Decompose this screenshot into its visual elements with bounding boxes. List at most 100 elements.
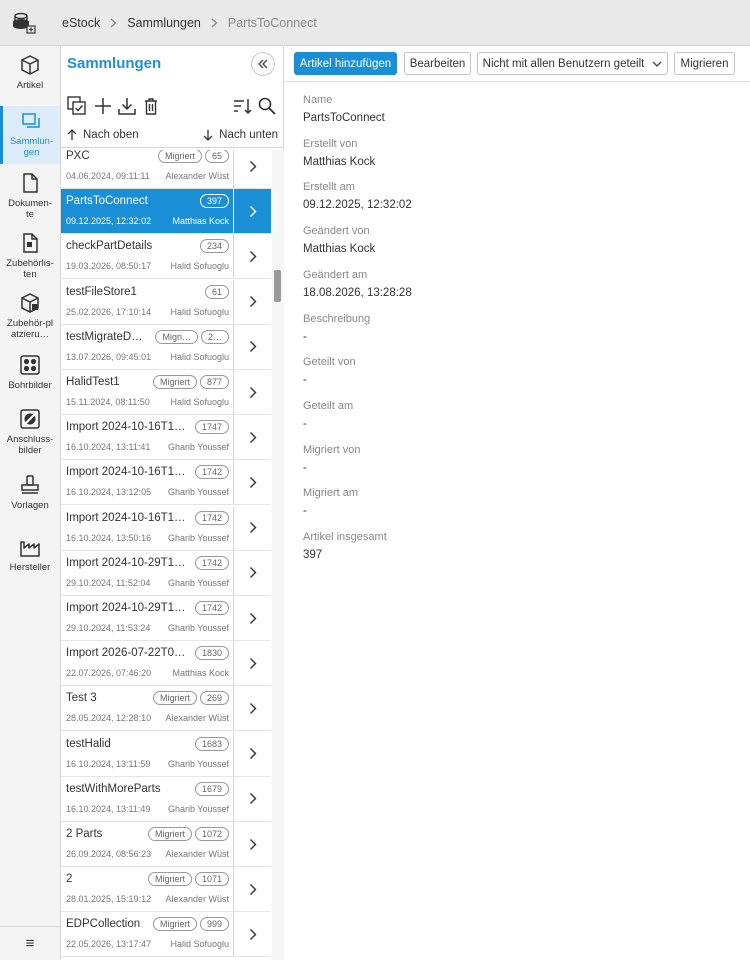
open-collection-button[interactable] — [233, 776, 271, 821]
migrated-badge: Migriert — [152, 375, 197, 389]
list-item[interactable]: testFileStore1 61 25.02.2026, 17:10:14 Hali… — [61, 279, 271, 325]
import-button[interactable] — [117, 96, 137, 116]
detail-label: Geteilt von — [303, 356, 356, 369]
scrollbar-thumb[interactable] — [274, 270, 281, 302]
list-item[interactable]: Import 2024-10-16T1… 1742 16.10.2024, 13:5… — [61, 505, 271, 551]
collection-badges: Migriert 1071 — [147, 872, 229, 887]
list-item[interactable]: Import 2026-07-22T0… 1830 22.07.2026, 07:4… — [61, 641, 271, 687]
list-item[interactable]: testMigrateD… Migri… 2… 13.07.2026, 09:45:0… — [61, 324, 271, 370]
menu-icon[interactable]: ≡ — [0, 926, 60, 960]
collection-name: Test 3 — [66, 692, 97, 705]
collection-date: 09.12.2025, 12:32:02 — [66, 216, 152, 227]
collection-badges: Migriert 999 — [152, 917, 229, 932]
open-collection-button[interactable] — [233, 189, 271, 234]
chevron-right-icon — [249, 522, 256, 534]
list-item[interactable]: Import 2024-10-16T1… 1747 16.10.2024, 13:1… — [61, 415, 271, 461]
collection-name: Import 2024-10-29T1… — [66, 602, 186, 614]
sort-button[interactable] — [233, 96, 253, 116]
chevron-right-icon — [249, 928, 256, 940]
open-collection-button[interactable] — [233, 234, 271, 279]
collection-user: Gharib Youssef — [167, 577, 229, 588]
list-item[interactable]: checkPartDetails 234 19.03.2026, 08:50:17 H… — [61, 234, 271, 280]
collection-date: 19.03.2026, 08:50:17 — [66, 261, 152, 272]
detail-label: Artikel insgesamt — [303, 531, 387, 543]
nav-item-artikel[interactable]: Artikel — [0, 54, 60, 102]
scroll-to-top-button[interactable]: Nach oben — [67, 129, 139, 141]
main-content: Artikel hinzufügen Bearbeiten Nicht mit … — [284, 46, 750, 960]
edit-button[interactable]: Bearbeiten — [404, 52, 471, 75]
open-collection-button[interactable] — [233, 460, 271, 505]
share-dropdown[interactable]: Nicht mit allen Benutzern geteilt — [477, 52, 668, 75]
count-badge: 61 — [204, 284, 229, 299]
collection-user: Halid Sofuoglu — [170, 306, 229, 317]
list-item[interactable]: testHalid 1683 16.10.2024, 13:11:59 Gharib … — [61, 731, 271, 777]
detail-field: Geteilt von - — [303, 356, 356, 386]
open-collection-button[interactable] — [233, 731, 271, 776]
open-collection-button[interactable] — [233, 867, 271, 912]
open-collection-button[interactable] — [233, 550, 271, 595]
collection-date: 28.05.2024, 12:28:10 — [66, 713, 152, 724]
open-collection-button[interactable] — [233, 596, 271, 640]
collection-date: 25.02.2026, 17:10:14 — [66, 306, 152, 317]
list-item[interactable]: testWithMoreParts 1679 16.10.2024, 13:11:4… — [61, 776, 271, 822]
collection-badges: 1679 — [194, 781, 229, 796]
scroll-to-bottom-button[interactable]: Nach unten — [203, 129, 278, 141]
list-item[interactable]: 2 Parts Migriert 1072 26.09.2024, 08:56:23 A… — [61, 822, 271, 867]
detail-field: Geändert von Matthias Kock — [303, 225, 375, 255]
nav-label: Bohrbilder — [8, 380, 52, 391]
chevron-right-icon — [249, 793, 256, 805]
list-item[interactable]: Import 2024-10-29T1… 1742 29.10.2024, 11:5… — [61, 596, 271, 641]
count-badge: 234 — [199, 239, 229, 254]
collapse-panel-button[interactable] — [251, 52, 275, 76]
app-logo-icon[interactable] — [0, 0, 46, 46]
nav-item-bohrbilder[interactable]: Bohrbilder — [0, 354, 60, 400]
nav-item-zubehoerplatzierung[interactable]: Zubehör-platzieru… — [0, 290, 60, 348]
migrate-button[interactable]: Migrieren — [674, 52, 735, 75]
list-item[interactable]: HalidTest1 Migriert 877 15.11.2024, 08:11:5… — [61, 370, 271, 415]
open-collection-button[interactable] — [233, 686, 271, 731]
nav-item-hersteller[interactable]: Hersteller — [0, 536, 60, 582]
migrated-badge: Migriert — [147, 872, 192, 887]
open-collection-button[interactable] — [233, 324, 271, 369]
chevron-right-icon — [249, 386, 256, 398]
chevron-right-icon — [249, 341, 256, 353]
plus-icon — [95, 98, 111, 114]
open-collection-button[interactable] — [233, 822, 271, 866]
chevron-right-icon — [211, 18, 218, 28]
open-collection-button[interactable] — [233, 641, 271, 686]
count-badge: 1679 — [194, 781, 229, 796]
list-item[interactable]: Test 3 Migriert 269 28.05.2024, 12:28:10 Ale… — [61, 686, 271, 732]
open-collection-button[interactable] — [233, 505, 271, 550]
list-item[interactable]: 2 Migriert 1071 28.01.2025, 15:19:12 Alexand… — [61, 867, 271, 913]
breadcrumb-estock[interactable]: eStock — [62, 16, 100, 30]
nav-item-dokumente[interactable]: Dokumen-te — [0, 168, 60, 224]
add-article-button[interactable]: Artikel hinzufügen — [294, 52, 397, 75]
list-item[interactable]: Import 2024-10-16T1… 1742 16.10.2024, 13:1… — [61, 460, 271, 506]
collections-panel: Sammlungen Nach oben Nach unten PXC Migr… — [61, 46, 284, 960]
nav-item-vorlagen[interactable]: Vorlagen — [0, 474, 60, 520]
open-collection-button[interactable] — [233, 279, 271, 324]
open-collection-button[interactable] — [233, 912, 271, 957]
delete-button[interactable] — [141, 96, 161, 116]
collection-badges: 1742 — [194, 465, 229, 480]
open-collection-button[interactable] — [233, 370, 271, 414]
open-collection-button[interactable] — [233, 415, 271, 460]
list-item[interactable]: Import 2024-10-29T1… 1742 29.10.2024, 11:5… — [61, 550, 271, 596]
detail-value: - — [303, 461, 307, 474]
search-button[interactable] — [257, 96, 277, 116]
collection-user: Halid Sofuoglu — [170, 939, 229, 950]
nav-item-zubehoerlisten[interactable]: Zubehörlis-ten — [0, 230, 60, 286]
collection-user: Matthias Kock — [172, 216, 229, 227]
nav-item-sammlungen[interactable]: Sammlun-gen — [0, 106, 60, 164]
scrollbar[interactable] — [272, 150, 284, 960]
open-collection-button[interactable] — [233, 150, 271, 188]
list-item[interactable]: PartsToConnect 397 09.12.2025, 12:32:02 Mat… — [61, 189, 271, 235]
collection-date: 29.10.2024, 11:53:24 — [66, 623, 151, 633]
add-collection-button[interactable] — [93, 96, 113, 116]
list-item[interactable]: PXC Migriert 65 04.06.2024, 09:11:11 Alexand… — [61, 150, 271, 189]
migrated-badge: Migriert — [152, 691, 197, 706]
list-item[interactable]: EDPCollection Migriert 999 22.05.2026, 13:1… — [61, 912, 271, 958]
breadcrumb-sammlungen[interactable]: Sammlungen — [127, 16, 201, 30]
nav-item-anschlussbilder[interactable]: Anschluss-bilder — [0, 408, 60, 464]
select-all-button[interactable] — [67, 96, 87, 116]
